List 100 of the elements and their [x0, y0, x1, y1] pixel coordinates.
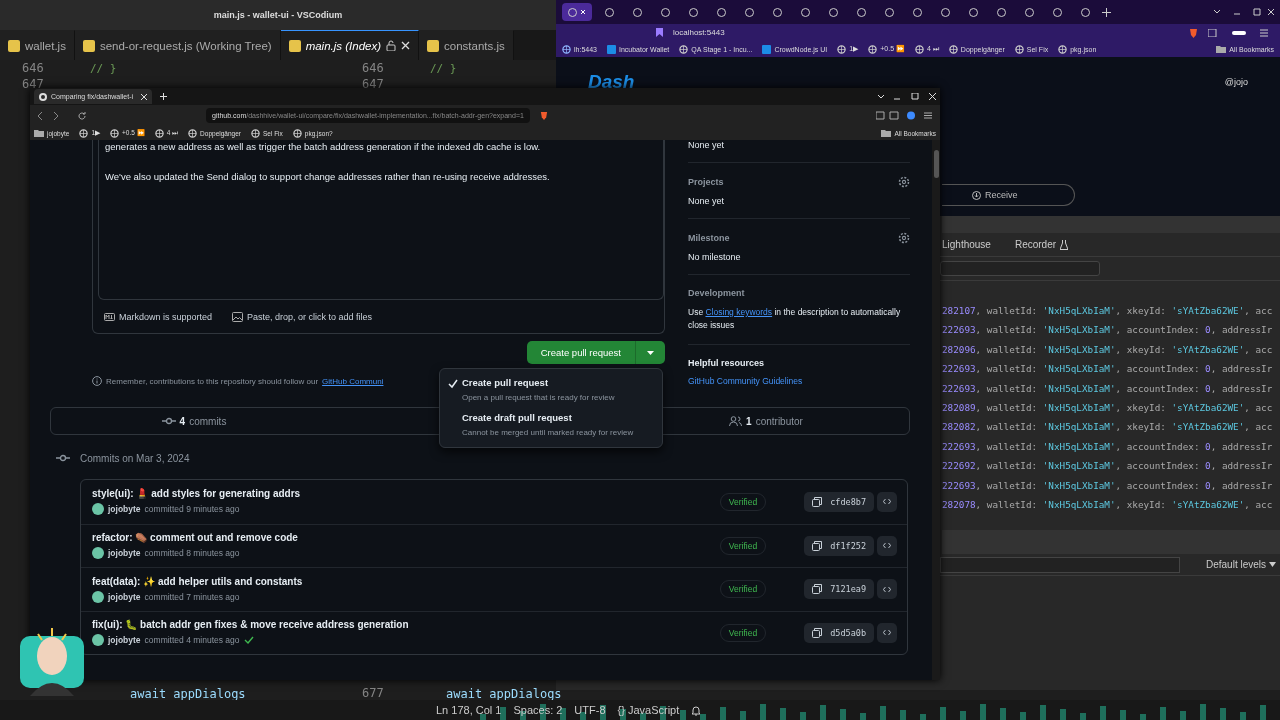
- field-value: None yet: [688, 196, 726, 206]
- commit-author[interactable]: jojobyte: [108, 591, 141, 602]
- commit-title[interactable]: style(ui): 💄 add styles for generating addrs: [92, 488, 720, 500]
- globe-icon: [948, 44, 958, 54]
- window-title: main.js - wallet-ui - VSCodium: [213, 10, 343, 20]
- user-handle[interactable]: @jojo: [1224, 77, 1248, 87]
- globe-icon: [837, 44, 847, 54]
- commit-title[interactable]: fix(ui): 🐛 batch addr gen fixes & move receive address generation: [92, 619, 720, 631]
- scrollbar-thumb[interactable]: [933, 150, 939, 178]
- menu-item[interactable]: Create draft pull request Cannot be merged until marked ready for review: [440, 408, 662, 443]
- settings-icon[interactable]: [898, 176, 910, 188]
- browse-code-button[interactable]: [877, 622, 897, 643]
- caret-icon: [647, 350, 654, 355]
- development-text: Use Closing keywords in the description to automatically close issues: [688, 306, 902, 332]
- console-filter-field[interactable]: [940, 556, 1180, 573]
- menu-icon[interactable]: [1208, 28, 1268, 37]
- bell-icon[interactable]: [691, 704, 702, 716]
- commit-title[interactable]: refactor: ⚰ comment out and remove code: [92, 532, 720, 544]
- menu-item[interactable]: Create pull request Open a pull request that is ready for review: [440, 373, 662, 408]
- close-icon[interactable]: [141, 93, 147, 100]
- commit-author[interactable]: jojobyte: [108, 635, 141, 646]
- folder-icon: [34, 129, 44, 137]
- closing-keywords-link[interactable]: Closing keywords: [705, 307, 773, 317]
- globe-icon: [1014, 44, 1024, 54]
- status-item[interactable]: {} JavaScript: [617, 704, 680, 716]
- commit-time: committed 7 minutes ago: [144, 591, 240, 602]
- section-heading: Milestone: [688, 233, 730, 243]
- commit-sha-button[interactable]: d5d5a0b: [804, 622, 874, 643]
- console-line: 222693, walletId: 'NxH5qLXbIaM', accountIndex: 0, addressIr: [942, 381, 1274, 396]
- stat-item[interactable]: 4 commits: [51, 408, 337, 434]
- attach-files-note[interactable]: Paste, drop, or click to add files: [232, 311, 373, 322]
- line-number: 647: [362, 77, 385, 91]
- close-icon[interactable]: [401, 41, 411, 50]
- line-number: 647: [22, 77, 45, 91]
- guidelines-link[interactable]: GitHub Communi: [322, 376, 384, 386]
- js-file-icon: [8, 39, 20, 52]
- field-value: None yet: [688, 140, 726, 152]
- commit-sha-button[interactable]: cfde8b7: [804, 491, 874, 512]
- browse-code-button[interactable]: [877, 579, 897, 600]
- status-item[interactable]: Spaces: 2: [513, 704, 563, 716]
- reload-icon[interactable]: [78, 111, 86, 120]
- avatar-icon: [92, 547, 104, 560]
- code-comment: // }: [90, 61, 117, 75]
- github-icon: [39, 92, 47, 101]
- window-controls-icon[interactable]: [1214, 8, 1274, 16]
- logo: Dash: [588, 71, 635, 93]
- console-line: 222693, walletId: 'NxH5qLXbIaM', accountIndex: 0, addressIr: [942, 439, 1274, 454]
- lock-icon: [386, 40, 397, 51]
- bookmark-icon[interactable]: [656, 28, 663, 37]
- code-comment: // }: [430, 61, 457, 75]
- commit-sha-button[interactable]: 7121ea9: [804, 579, 874, 600]
- new-tab-icon[interactable]: [1102, 7, 1111, 17]
- line-number: 646: [362, 61, 385, 75]
- editor-tab[interactable]: send-or-request.js (Working Tree): [74, 30, 281, 60]
- code-line: await appDialogs: [446, 688, 562, 700]
- js-file-icon: [288, 39, 301, 52]
- globe-icon: [188, 128, 198, 138]
- browse-code-button[interactable]: [877, 535, 897, 556]
- devtools-tab[interactable]: Lighthouse: [942, 239, 991, 250]
- code-icon: [883, 498, 891, 506]
- commit-icon: [56, 454, 70, 462]
- avatar-icon: [92, 590, 104, 603]
- levels-dropdown[interactable]: Default levels: [1201, 559, 1280, 570]
- check-icon: [448, 379, 458, 389]
- console-line: 282078, walletId: 'NxH5qLXbIaM', xkeyId: 'sYAtZba62WE', acc: [942, 497, 1274, 512]
- shield-icon[interactable]: [1189, 27, 1198, 38]
- code-line: await appDialogs: [129, 688, 246, 700]
- copy-icon: [812, 627, 823, 638]
- shield-icon[interactable]: [539, 111, 548, 120]
- copy-icon: [812, 496, 823, 507]
- settings-icon[interactable]: [898, 232, 910, 244]
- browser-tab[interactable]: [562, 3, 592, 21]
- editor-tab[interactable]: main.js (Index): [280, 30, 420, 60]
- app-icon: [762, 44, 772, 54]
- globe-icon: [915, 44, 924, 54]
- globe-icon: [868, 44, 878, 54]
- new-tab-icon[interactable]: [160, 93, 167, 100]
- devtools-tab[interactable]: Recorder: [1014, 239, 1069, 250]
- markdown-note[interactable]: Markdown is supported: [104, 311, 213, 322]
- browse-code-button[interactable]: [877, 491, 897, 512]
- flask-icon: [1060, 239, 1069, 250]
- commit-title[interactable]: feat(data): ✨ add helper utils and constants: [92, 575, 720, 587]
- people-icon: [729, 416, 743, 426]
- commit-time: committed 4 minutes ago: [144, 635, 240, 646]
- commit-author[interactable]: jojobyte: [108, 548, 141, 559]
- console-line: 282096, walletId: 'NxH5qLXbIaM', xkeyId: 'sYAtZba62WE', acc: [942, 342, 1274, 357]
- commit-author[interactable]: jojobyte: [108, 504, 141, 515]
- editor-tab[interactable]: constants.js: [419, 30, 514, 60]
- status-item[interactable]: UTF-8: [574, 704, 606, 716]
- commit-sha-button[interactable]: df1f252: [804, 535, 874, 556]
- filter-field[interactable]: [940, 261, 1100, 276]
- folder-icon: [881, 129, 892, 137]
- description-field[interactable]: generates a new address as well as trigger the batch address generation if the indexed db cache is low. We've also updated the Send dialog to support change addresses rather than re-using receive addresses.: [98, 140, 664, 300]
- status-item[interactable]: Ln 178, Col 1: [436, 704, 502, 716]
- commit-icon: [161, 417, 176, 425]
- copy-icon: [812, 540, 823, 551]
- guidelines-link[interactable]: GitHub Community Guidelines: [688, 376, 910, 386]
- window-controls-icon[interactable]: [878, 93, 936, 100]
- globe-icon: [1058, 44, 1068, 54]
- editor-tab[interactable]: wallet.js: [0, 30, 75, 60]
